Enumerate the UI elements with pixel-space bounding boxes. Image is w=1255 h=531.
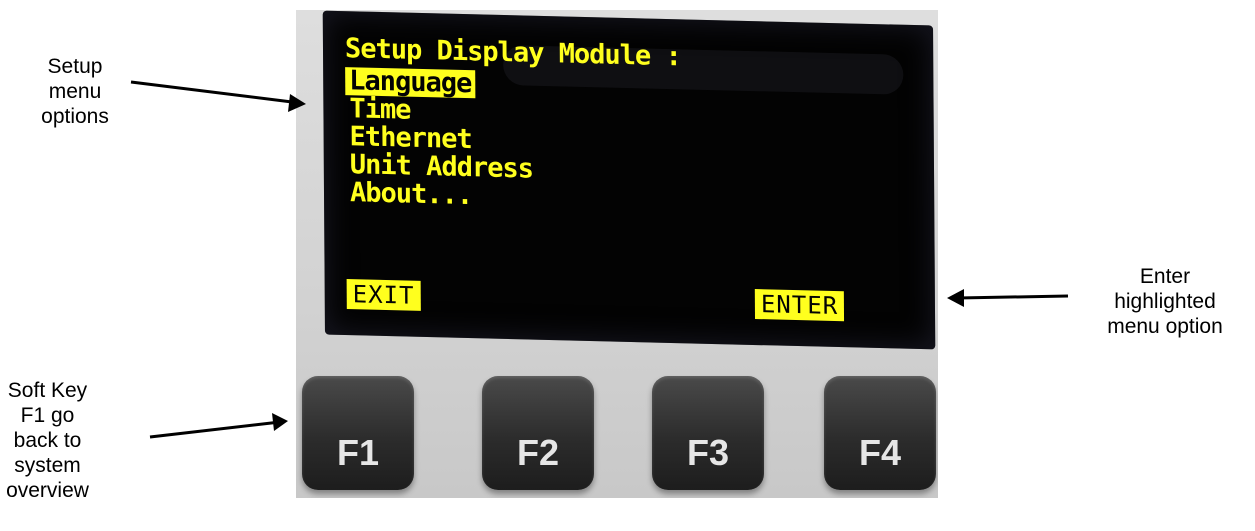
arrow-to-f1 [149,413,288,439]
menu-item-about[interactable]: About... [346,177,476,211]
soft-key-row: F1 F2 F3 F4 [296,376,938,496]
f2-key[interactable]: F2 [482,376,594,490]
f1-key[interactable]: F1 [302,376,414,490]
arrow-to-enter [947,289,1069,307]
annotation-line: Enter [1139,265,1191,288]
setup-menu: Language Time Ethernet Unit Address Abou… [345,65,537,212]
annotation-line: back to [13,429,82,452]
annotation-line: Soft Key [7,379,88,402]
annotation-soft-key-f1: Soft Key F1 go back to system overview [0,378,95,503]
annotation-line: F1 go [20,404,75,427]
f4-key[interactable]: F4 [824,376,936,490]
annotation-line: Setup [47,55,103,78]
softkey-label-exit: EXIT [346,279,421,311]
menu-item-time[interactable]: Time [345,93,414,125]
f3-key[interactable]: F3 [652,376,764,490]
annotation-enter-highlighted-option: Enter highlighted menu option [1075,264,1255,339]
softkey-label-enter: ENTER [754,289,845,322]
annotation-line: system [14,454,81,477]
display-module-device: Setup Display Module : Language Time Eth… [296,10,938,498]
annotation-line: menu [48,80,102,103]
annotation-line: options [41,105,109,128]
arrow-to-menu [130,80,306,112]
annotation-setup-menu-options: Setup menu options [20,54,130,129]
annotation-line: highlighted [1114,290,1216,313]
lcd-screen: Setup Display Module : Language Time Eth… [322,10,936,350]
annotation-line: menu option [1107,315,1223,338]
annotation-line: overview [6,479,89,502]
